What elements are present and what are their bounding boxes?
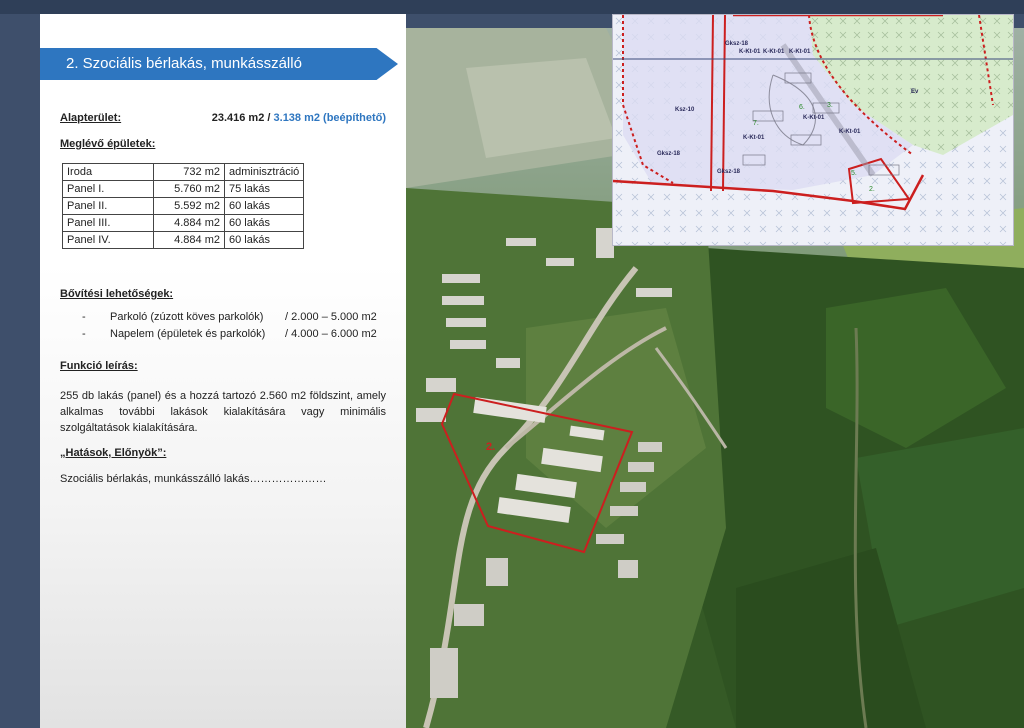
slide-left-margin <box>0 14 40 728</box>
building-name: Panel I. <box>62 180 154 198</box>
function-text: 255 db lakás (panel) és a hozzá tartozó … <box>60 390 386 434</box>
table-row: Panel III. 4.884 m2 60 lakás <box>62 214 305 232</box>
expansion-heading: Bővítési lehetőségek: <box>60 288 174 300</box>
table-row: Panel I. 5.760 m2 75 lakás <box>62 180 305 198</box>
map-label: Ev <box>911 89 919 95</box>
building-area: 4.884 m2 <box>153 231 225 249</box>
text-panel: 2. Szociális bérlakás, munkásszálló Alap… <box>40 14 406 728</box>
building-area: 5.760 m2 <box>153 180 225 198</box>
map-label: Gksz-18 <box>717 169 741 175</box>
expansion-amount: / 2.000 – 5.000 m2 <box>285 311 377 323</box>
bullet-dash: - <box>82 328 86 340</box>
map-label: Gksz-18 <box>657 151 681 157</box>
area-total: 23.416 m2 / <box>211 112 271 124</box>
site-marker: 2. <box>486 441 495 453</box>
area-value: 23.416 m2 / 3.138 m2 (beépíthető) <box>212 112 386 124</box>
building-desc: 60 lakás <box>223 214 305 232</box>
map-number: 3. <box>827 102 833 109</box>
effects-heading: „Hatások, Előnyök”: <box>60 447 167 459</box>
expansion-label: Parkoló (zúzott köves parkolók) <box>110 311 264 323</box>
buildings-table: Iroda 732 m2 adminisztráció Panel I. 5.7… <box>62 163 305 249</box>
area-label: Alapterület: <box>60 112 122 124</box>
map-label: K-Kt-01 <box>739 49 761 55</box>
expansion-label: Napelem (épületek és parkolók) <box>110 328 266 340</box>
building-area: 4.884 m2 <box>153 214 225 232</box>
bullet-dash: - <box>82 311 86 323</box>
map-label: K-Kt-01 <box>763 49 785 55</box>
building-desc: 75 lakás <box>223 180 305 198</box>
map-number: 6. <box>799 104 805 111</box>
building-name: Panel II. <box>62 197 154 215</box>
map-label: K-Kt-01 <box>803 115 825 121</box>
building-area: 732 m2 <box>153 163 225 181</box>
expansion-list: - Parkoló (zúzott köves parkolók) / 2.00… <box>60 311 386 345</box>
map-label: K-Kt-01 <box>839 129 861 135</box>
map-label: K-Kt-01 <box>743 135 765 141</box>
building-desc: 60 lakás <box>223 197 305 215</box>
top-strip <box>0 0 1024 14</box>
section-title-banner: 2. Szociális bérlakás, munkásszálló <box>40 48 398 80</box>
building-name: Panel III. <box>62 214 154 232</box>
zoning-map: Gksz-18 Gksz-18 Gksz-18 K-Kt-01 K-Kt-01 … <box>612 14 1014 246</box>
map-number: 5. <box>851 170 857 177</box>
map-label: Gksz-18 <box>725 41 749 47</box>
list-item: - Parkoló (zúzott köves parkolók) / 2.00… <box>60 311 386 328</box>
building-area: 5.592 m2 <box>153 197 225 215</box>
table-row: Iroda 732 m2 adminisztráció <box>62 163 305 181</box>
map-label: Ksz-10 <box>675 107 695 113</box>
map-number: 7. <box>753 120 759 127</box>
building-desc: 60 lakás <box>223 231 305 249</box>
building-desc: adminisztráció <box>223 163 305 181</box>
map-label: K-Kt-01 <box>789 49 811 55</box>
function-heading: Funkció leírás: <box>60 360 138 372</box>
building-name: Iroda <box>62 163 154 181</box>
building-name: Panel IV. <box>62 231 154 249</box>
list-item: - Napelem (épületek és parkolók) / 4.000… <box>60 328 386 345</box>
map-number: 2. <box>869 186 875 193</box>
expansion-amount: / 4.000 – 6.000 m2 <box>285 328 377 340</box>
area-buildable: 3.138 m2 (beépíthető) <box>273 112 386 124</box>
buildings-heading: Meglévő épületek: <box>60 138 156 150</box>
table-row: Panel IV. 4.884 m2 60 lakás <box>62 231 305 249</box>
table-row: Panel II. 5.592 m2 60 lakás <box>62 197 305 215</box>
effects-text: Szociális bérlakás, munkásszálló lakás……… <box>60 473 327 485</box>
